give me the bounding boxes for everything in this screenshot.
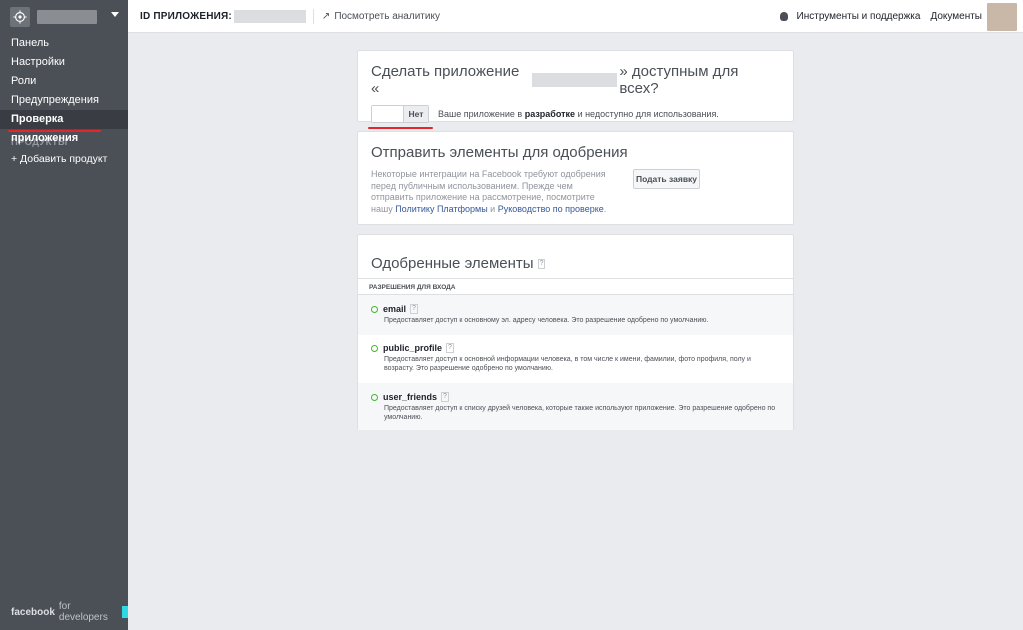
platform-policy-link[interactable]: Политику Платформы [395,204,487,214]
sidebar-item-settings[interactable]: Настройки [0,53,128,72]
sidebar: Панель Настройки Роли Предупреждения Про… [0,0,128,630]
main-content: Сделать приложение « » доступным для все… [357,50,794,439]
help-icon[interactable]: ? [441,392,449,402]
footer-brand: facebook [11,606,55,618]
app-name-redacted [532,73,618,87]
submit-title: Отправить элементы для одобрения [371,144,628,161]
permission-user-friends: user_friends ? Предоставляет доступ к сп… [358,383,793,430]
permission-description: Предоставляет доступ к основному эл. адр… [384,317,709,324]
login-permissions-label: РАЗРЕШЕНИЯ ДЛЯ ВХОДА [358,278,793,295]
chevron-down-icon[interactable] [111,12,119,17]
avatar[interactable] [987,2,1017,31]
toggle-knob [372,106,403,122]
review-guide-link[interactable]: Руководство по проверке [498,204,604,214]
public-toggle[interactable]: Нет [371,105,429,123]
submit-card: Отправить элементы для одобрения Некотор… [357,131,794,225]
permission-public-profile: public_profile ? Предоставляет доступ к … [358,335,793,383]
permission-name: email [383,304,407,314]
divider [312,8,314,24]
status-development: разработке [524,109,576,119]
highlight-underline [368,127,433,129]
sidebar-item-alerts[interactable]: Предупреждения [0,91,128,110]
submit-request-button[interactable]: Подать заявку [633,169,700,189]
tools-support-link[interactable]: Инструменты и поддержка [797,11,921,22]
sidebar-nav: Панель Настройки Роли Предупреждения Про… [0,34,128,144]
footer-tagline: for developers [58,601,108,623]
help-icon[interactable]: ? [410,304,418,314]
bug-icon[interactable] [779,12,788,21]
permission-name: user_friends [383,392,438,402]
approved-status-icon [371,305,378,313]
approved-title: Одобренные элементы ? [358,235,793,278]
make-public-title: Сделать приложение « » доступным для все… [371,63,780,97]
sidebar-item-app-review[interactable]: Проверка приложения [0,110,128,144]
topbar-right: Инструменты и поддержка Документы [779,0,1017,33]
permission-name: public_profile [383,343,443,353]
permission-description: Предоставляет доступ к списку друзей чел… [384,405,776,421]
view-analytics-link[interactable]: Посмотреть аналитику [334,11,440,22]
app-switcher[interactable] [0,0,128,34]
permission-description: Предоставляет доступ к основной информац… [384,356,751,372]
approved-status-icon [371,344,378,352]
docs-link[interactable]: Документы [930,11,982,22]
toggle-row: Нет Ваше приложение в разработке и недос… [368,105,780,129]
make-public-card: Сделать приложение « » доступным для все… [357,50,794,129]
submit-description: Некоторые интеграции на Facebook требуют… [371,169,607,214]
sidebar-item-roles[interactable]: Роли [0,72,128,91]
add-product-link[interactable]: + Добавить продукт [0,151,128,168]
topbar: ID ПРИЛОЖЕНИЯ: ↗ Посмотреть аналитику Ин… [128,0,1023,33]
approved-status-icon [371,393,378,401]
help-icon[interactable]: ? [446,343,454,353]
fb-developers-logo[interactable]: facebook for developers [11,601,128,623]
help-icon[interactable]: ? [537,258,546,269]
sidebar-item-dashboard[interactable]: Панель [0,34,128,53]
make-public-title-prefix: Сделать приложение « [371,63,520,97]
app-id-label: ID ПРИЛОЖЕНИЯ: [140,10,232,22]
toggle-label: Нет [403,106,428,122]
make-public-title-suffix: » доступным для всех? [619,63,739,97]
permission-email: email ? Предоставляет доступ к основному… [358,295,793,335]
app-status-text: Ваше приложение в разработке и недоступн… [438,109,719,119]
trend-icon: ↗ [321,10,331,22]
cursor-mark [122,606,128,618]
app-id-redacted [233,9,306,23]
app-name-redacted [37,10,97,24]
approved-items-card: Одобренные элементы ? РАЗРЕШЕНИЯ ДЛЯ ВХО… [357,234,794,430]
approved-title-text: Одобренные элементы [371,255,534,272]
app-gear-icon [10,7,30,27]
